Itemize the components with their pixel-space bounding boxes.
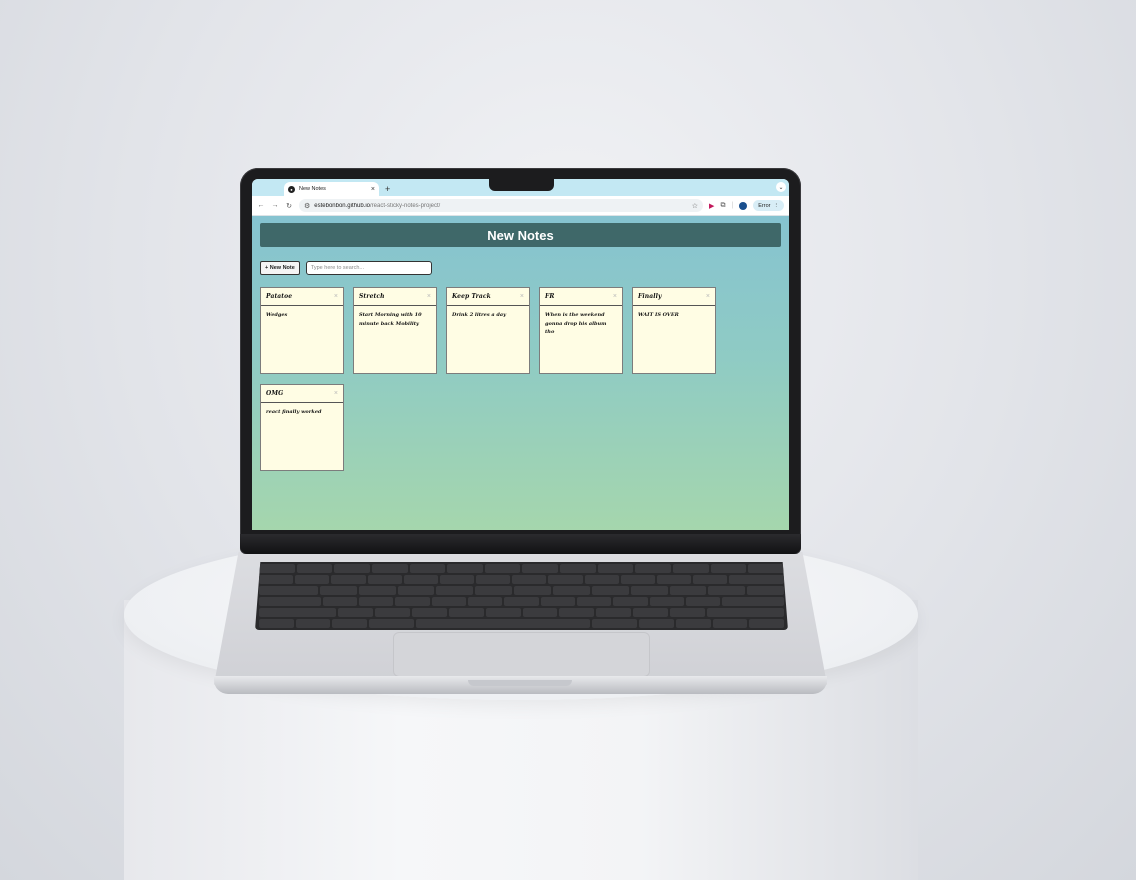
new-tab-button[interactable]: +	[385, 184, 390, 194]
tab-search-chevron-icon[interactable]: ⌄	[776, 182, 786, 192]
note-header: Finally ×	[633, 288, 715, 306]
page-title: New Notes	[487, 227, 554, 243]
site-settings-icon[interactable]: ⚙	[304, 202, 310, 210]
app-header: New Notes	[260, 223, 781, 247]
note-body[interactable]: Start Morning with 10 minute back Mobili…	[354, 306, 436, 333]
note-title[interactable]: Keep Track	[452, 293, 491, 300]
note-title[interactable]: Stretch	[359, 293, 385, 300]
note-body[interactable]: WAIT IS OVER	[633, 306, 715, 325]
note-card[interactable]: OMG × react finally worked	[260, 384, 344, 471]
controls-bar: + New Note	[260, 261, 781, 275]
note-title[interactable]: Patatoe	[266, 293, 292, 300]
note-card[interactable]: Patatoe × Wedges	[260, 287, 344, 374]
tab-close-icon[interactable]: ×	[371, 186, 375, 193]
note-title[interactable]: FR	[545, 293, 554, 300]
profile-error-label: Error	[758, 202, 771, 209]
trackpad	[393, 632, 650, 677]
note-header: Patatoe ×	[261, 288, 343, 306]
laptop-hinge	[240, 534, 801, 554]
camera-notch	[489, 179, 554, 191]
browser-toolbar: ← → ↻ ⚙ estebonbon.github.io/react-stick…	[252, 196, 789, 216]
note-delete-icon[interactable]: ×	[427, 293, 431, 300]
new-note-button[interactable]: + New Note	[260, 261, 300, 275]
bookmark-star-icon[interactable]: ☆	[692, 202, 698, 210]
address-bar[interactable]: ⚙ estebonbon.github.io/react-sticky-note…	[299, 199, 704, 212]
note-body[interactable]: Wedges	[261, 306, 343, 325]
notes-grid: Patatoe × Wedges Stretch × Start Morning…	[260, 287, 730, 471]
url-text: estebonbon.github.io/react-sticky-notes-…	[314, 203, 687, 209]
note-title[interactable]: Finally	[638, 293, 662, 300]
note-header: Stretch ×	[354, 288, 436, 306]
kebab-menu-icon: ⋮	[773, 202, 780, 209]
laptop-base-notch	[468, 680, 572, 686]
note-body[interactable]: react finally worked	[261, 403, 343, 422]
note-card[interactable]: Keep Track × Drink 2 litres a day	[446, 287, 530, 374]
profile-avatar[interactable]	[739, 201, 748, 210]
note-card[interactable]: Finally × WAIT IS OVER	[632, 287, 716, 374]
back-arrow-icon[interactable]: ←	[257, 202, 265, 209]
note-header: OMG ×	[261, 385, 343, 403]
divider: |	[731, 202, 734, 209]
browser-tab[interactable]: ● New Notes ×	[284, 182, 379, 196]
note-header: Keep Track ×	[447, 288, 529, 306]
note-card[interactable]: FR × When is the weekend gonna drop his …	[539, 287, 623, 374]
note-body[interactable]: When is the weekend gonna drop his album…	[540, 306, 622, 342]
reload-icon[interactable]: ↻	[285, 202, 293, 210]
search-input[interactable]	[305, 261, 432, 275]
keyboard	[255, 562, 788, 630]
note-delete-icon[interactable]: ×	[334, 293, 338, 300]
note-delete-icon[interactable]: ×	[520, 293, 524, 300]
tab-title: New Notes	[299, 186, 326, 192]
app-page: New Notes + New Note Patatoe × Wedges St…	[252, 216, 789, 530]
extensions-puzzle-icon[interactable]: ⧉	[720, 202, 725, 210]
forward-arrow-icon[interactable]: →	[271, 202, 279, 209]
note-delete-icon[interactable]: ×	[706, 293, 710, 300]
note-body[interactable]: Drink 2 litres a day	[447, 306, 529, 325]
profile-error-button[interactable]: Error ⋮	[753, 200, 784, 211]
note-delete-icon[interactable]: ×	[613, 293, 617, 300]
note-delete-icon[interactable]: ×	[334, 390, 338, 397]
extension-icon[interactable]: ▶	[709, 202, 714, 210]
note-header: FR ×	[540, 288, 622, 306]
laptop-screen: ● New Notes × + ⌄ ← → ↻ ⚙ estebonbon.git…	[252, 179, 789, 530]
github-favicon-icon: ●	[288, 185, 295, 193]
url-path: /react-sticky-notes-project/	[370, 202, 441, 209]
url-host: estebonbon.github.io	[314, 202, 370, 209]
note-card[interactable]: Stretch × Start Morning with 10 minute b…	[353, 287, 437, 374]
note-title[interactable]: OMG	[266, 390, 283, 397]
